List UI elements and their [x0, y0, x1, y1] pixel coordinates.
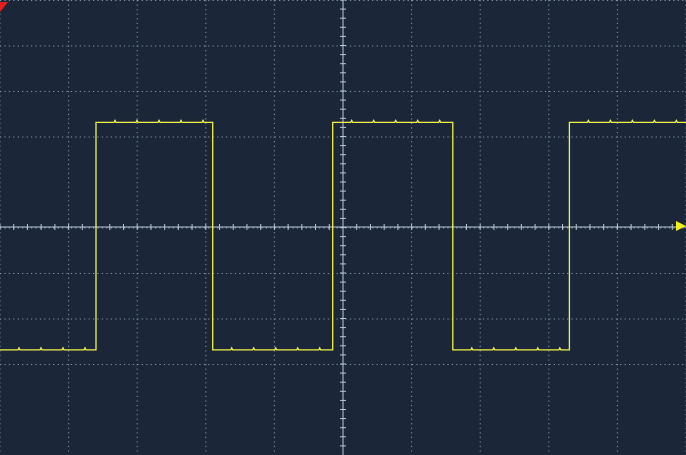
oscilloscope-display	[0, 0, 686, 455]
oscilloscope-screen	[0, 0, 686, 455]
